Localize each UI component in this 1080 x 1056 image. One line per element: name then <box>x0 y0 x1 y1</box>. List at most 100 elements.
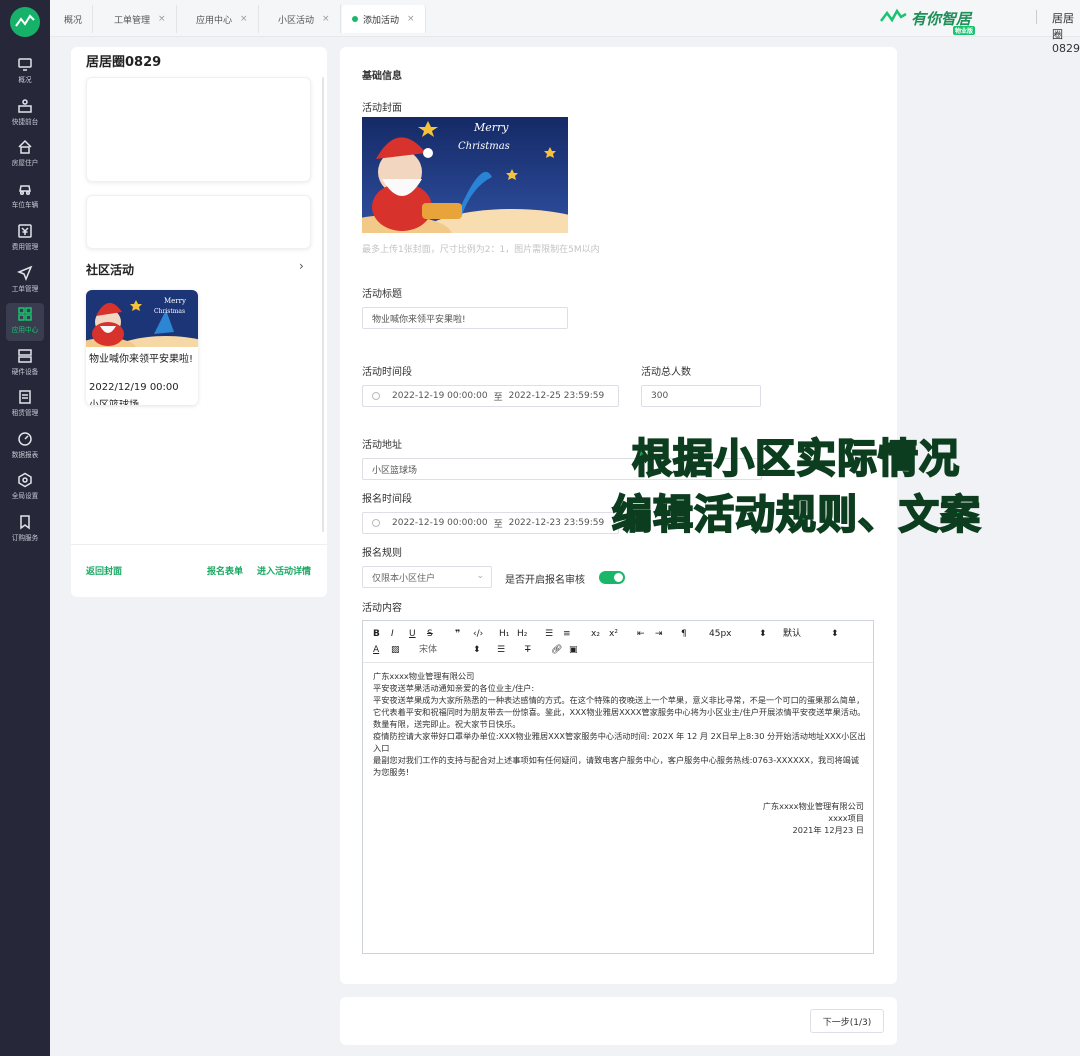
subscript-icon[interactable]: x₂ <box>591 628 600 640</box>
scrollbar[interactable] <box>322 77 324 532</box>
user-menu[interactable]: 居居圈0829▼ <box>1052 10 1080 55</box>
title-input[interactable]: 物业喊你来领平安果啦! <box>362 307 568 329</box>
chevron-down-icon: ⌄ <box>476 571 484 581</box>
editor-content[interactable]: 广东xxxx物业管理有限公司 平安夜送苹果活动通知亲爱的各位业主/住户: 平安夜… <box>373 670 867 778</box>
count-input[interactable]: 300 <box>641 385 761 407</box>
chevron-right-icon[interactable]: › <box>299 259 304 273</box>
thumb-text: Merry <box>164 297 186 305</box>
font-family-select[interactable]: 宋体 ⬍ <box>419 644 483 656</box>
cover-text: Merry <box>473 121 509 134</box>
time-separator: 至 <box>493 519 503 530</box>
sidebar-item-housing[interactable]: 房屋住户 <box>6 136 44 174</box>
quote-icon[interactable]: ❞ <box>455 628 460 640</box>
sidebar-item-label: 订购服务 <box>11 534 39 542</box>
sidebar-item-subscription[interactable]: 订购服务 <box>6 511 44 549</box>
clear-format-icon[interactable]: T <box>525 644 531 656</box>
text-direction-icon[interactable]: ¶ <box>681 628 687 640</box>
outdent-icon[interactable]: ⇤ <box>637 628 645 640</box>
sidebar-item-parking[interactable]: 车位车辆 <box>6 178 44 216</box>
review-toggle[interactable] <box>599 571 625 584</box>
document-icon <box>19 390 31 404</box>
house-icon <box>18 139 32 154</box>
tab-label: 概况 <box>64 15 83 26</box>
font-size-select[interactable]: 45px ⬍ <box>709 628 769 640</box>
sidebar: 概况 快捷前台 房屋住户 车位车辆 费用管理 工单管理 应用中心 硬件设备 租赁… <box>0 0 50 1056</box>
sidebar-item-label: 车位车辆 <box>11 201 39 209</box>
signup-time-range[interactable]: 2022-12-19 00:00:00 至 2022-12-23 23:59:5… <box>362 512 619 534</box>
italic-icon[interactable]: I <box>391 628 394 640</box>
heading2-icon[interactable]: H₂ <box>517 628 527 640</box>
superscript-icon[interactable]: x² <box>609 628 618 640</box>
strikethrough-icon[interactable]: S <box>427 628 433 640</box>
sidebar-item-label: 租赁管理 <box>11 409 39 417</box>
heading1-icon[interactable]: H₁ <box>499 628 509 640</box>
sidebar-item-workorder[interactable]: 工单管理 <box>6 262 44 300</box>
align-icon[interactable]: ☰ <box>497 644 505 656</box>
tab-overview[interactable]: 概况 <box>54 5 94 33</box>
content-line: 最副您对我们工作的支持与配合对上述事项如有任何疑问，请致电客户服务中心，客户服务… <box>373 755 859 777</box>
sidebar-item-reports[interactable]: 数据报表 <box>6 428 44 466</box>
tab-workorder[interactable]: 工单管理 × <box>104 5 177 33</box>
bullet-list-icon[interactable]: ≡ <box>563 628 571 640</box>
time-label: 活动时间段 <box>362 367 412 378</box>
gauge-icon <box>18 432 32 446</box>
font-color-icon[interactable]: A <box>373 644 379 656</box>
ordered-list-icon[interactable]: ☰ <box>545 628 553 640</box>
signature-line: xxxx项目 <box>828 813 864 823</box>
sidebar-item-label: 房屋住户 <box>11 159 39 167</box>
cover-text: Christmas <box>458 141 510 152</box>
rich-text-editor[interactable]: B I U S ❞ ‹/› H₁ H₂ ☰ ≡ x₂ x² ⇤ ⇥ ¶ 45px… <box>362 620 874 954</box>
tab-add-activity[interactable]: 添加活动 × <box>342 5 426 33</box>
code-icon[interactable]: ‹/› <box>473 628 483 640</box>
background-color-icon[interactable]: ▨ <box>391 644 400 656</box>
cover-image[interactable]: Merry Christmas <box>362 117 568 233</box>
close-icon[interactable]: × <box>407 14 415 24</box>
close-icon[interactable]: × <box>158 14 166 24</box>
indent-icon[interactable]: ⇥ <box>655 628 663 640</box>
divider <box>1036 10 1037 24</box>
signup-time-label: 报名时间段 <box>362 494 412 505</box>
activity-card[interactable]: Merry Christmas 物业喊你来领平安果啦! 2022/12/19 0… <box>86 290 198 405</box>
sidebar-item-label: 硬件设备 <box>11 368 39 376</box>
sidebar-item-label: 数据报表 <box>11 451 39 459</box>
sidebar-item-appcenter[interactable]: 应用中心 <box>6 303 44 341</box>
settings-icon <box>18 472 32 488</box>
sidebar-item-fees[interactable]: 费用管理 <box>6 220 44 258</box>
clock-icon <box>372 519 380 527</box>
rule-select[interactable]: 仅限本小区住户 ⌄ <box>362 566 492 588</box>
bold-icon[interactable]: B <box>373 628 380 640</box>
tab-appcenter[interactable]: 应用中心 × <box>186 5 259 33</box>
sidebar-item-hardware[interactable]: 硬件设备 <box>6 345 44 383</box>
brand-tag: 物业版 <box>953 25 976 35</box>
clock-icon <box>372 392 380 400</box>
cover-hint: 最多上传1张封面，尺寸比例为2：1，图片需限制在5M以内 <box>362 245 600 255</box>
sidebar-item-label: 概况 <box>18 76 32 84</box>
activity-detail-link[interactable]: 进入活动详情 <box>257 564 311 577</box>
count-label: 活动总人数 <box>641 367 691 378</box>
content-line: 平安夜送苹果成为大家所熟悉的一种表达感情的方式。在这个特殊的夜晚送上一个苹果，意… <box>373 695 866 729</box>
content-line: 疫情防控请大家带好口罩举办单位:XXX物业雅居XXX管家服务中心活动时间: 20… <box>373 731 866 753</box>
link-icon[interactable]: 🔗︎ <box>551 644 562 656</box>
editor-toolbar: B I U S ❞ ‹/› H₁ H₂ ☰ ≡ x₂ x² ⇤ ⇥ ¶ 45px… <box>363 621 873 663</box>
underline-icon[interactable]: U <box>409 628 416 640</box>
next-step-button[interactable]: 下一步(1/3) <box>810 1009 884 1033</box>
close-icon[interactable]: × <box>322 14 330 24</box>
sidebar-item-lease[interactable]: 租赁管理 <box>6 386 44 424</box>
activity-time-range[interactable]: 2022-12-19 00:00:00 至 2022-12-25 23:59:5… <box>362 385 619 407</box>
back-to-cover-link[interactable]: 返回封面 <box>86 564 122 577</box>
tab-label: 应用中心 <box>196 15 233 26</box>
address-label: 活动地址 <box>362 440 402 451</box>
sidebar-item-settings[interactable]: 全局设置 <box>6 469 44 507</box>
paragraph-select[interactable]: 默认 ⬍ <box>783 628 843 640</box>
bookmark-icon <box>20 515 30 530</box>
signup-start: 2022-12-19 00:00:00 <box>392 518 488 528</box>
sidebar-item-overview[interactable]: 概况 <box>6 53 44 91</box>
signup-form-link[interactable]: 报名表单 <box>207 564 243 577</box>
image-icon[interactable]: ▣ <box>569 644 578 656</box>
tab-label: 工单管理 <box>114 15 151 26</box>
tab-activities[interactable]: 小区活动 × <box>268 5 341 33</box>
sidebar-item-reception[interactable]: 快捷前台 <box>6 95 44 133</box>
app-logo[interactable] <box>10 7 40 37</box>
close-icon[interactable]: × <box>240 14 248 24</box>
sidebar-item-label: 费用管理 <box>11 243 39 251</box>
